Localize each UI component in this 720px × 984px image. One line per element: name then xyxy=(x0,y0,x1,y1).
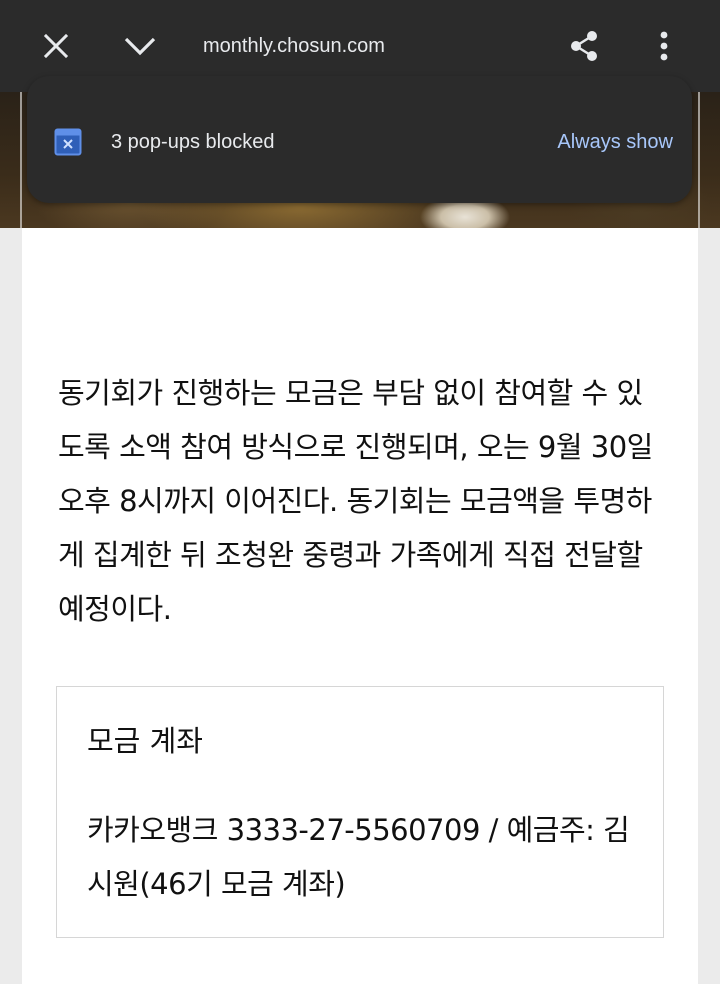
account-box-title: 모금 계좌 xyxy=(87,724,203,758)
account-box-detail: 카카오뱅크 3333-27-5560709 / 예금주: 김시원(46기 모금 … xyxy=(87,813,630,901)
popup-blocked-icon xyxy=(54,128,82,156)
article-paragraph: 동기회가 진행하는 모금은 부담 없이 참여할 수 있도록 소액 참여 방식으로… xyxy=(58,376,653,626)
article-body: 동기회가 진행하는 모금은 부담 없이 참여할 수 있도록 소액 참여 방식으로… xyxy=(22,228,698,984)
share-button[interactable] xyxy=(560,22,608,70)
close-icon xyxy=(43,33,69,59)
share-icon xyxy=(571,31,597,61)
popup-blocked-message: 3 pop-ups blocked xyxy=(111,131,275,153)
close-button[interactable] xyxy=(32,22,80,70)
url-text[interactable]: monthly.chosun.com xyxy=(203,30,385,62)
donation-account-box: 모금 계좌 카카오뱅크 3333-27-5560709 / 예금주: 김시원(4… xyxy=(56,686,664,938)
hero-edge-left xyxy=(20,92,22,228)
more-options-button[interactable] xyxy=(640,22,688,70)
hero-edge-right xyxy=(698,92,700,228)
popup-blocked-notice: 3 pop-ups blocked Always show xyxy=(27,76,692,203)
collapse-button[interactable] xyxy=(116,22,164,70)
more-vert-icon xyxy=(660,31,668,61)
always-show-button[interactable]: Always show xyxy=(557,126,673,158)
chevron-down-icon xyxy=(124,37,156,56)
